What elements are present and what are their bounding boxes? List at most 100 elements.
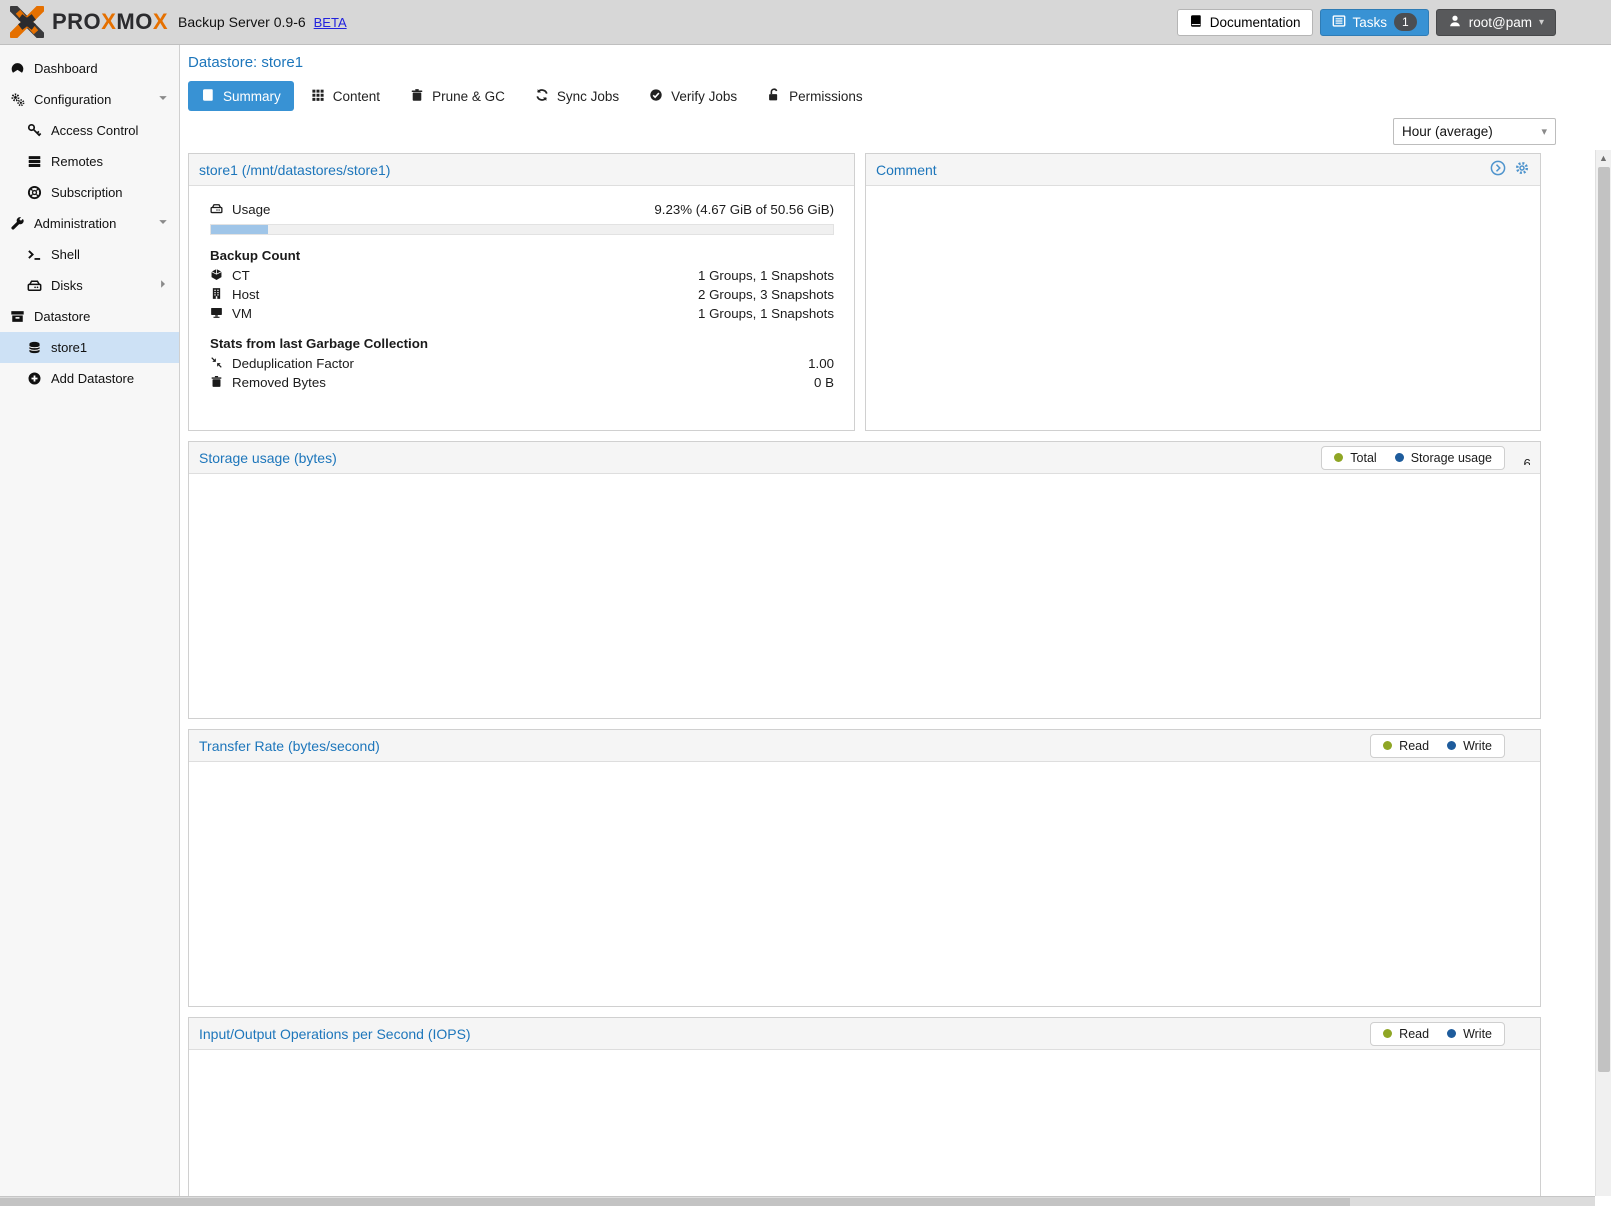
topbar: PROXMOX Backup Server 0.9-6 BETA Documen… — [0, 0, 1611, 45]
legend-item-storage-usage[interactable]: Storage usage — [1395, 451, 1492, 465]
check-circle-icon — [649, 88, 663, 105]
legend-dot-icon — [1383, 741, 1392, 750]
desktop-icon — [210, 306, 225, 321]
sync-icon — [535, 88, 549, 105]
timeframe-value: Hour (average) — [1402, 124, 1493, 139]
gc-row-deduplication-factor: Deduplication Factor1.00 — [210, 354, 834, 373]
collapse-panel-icon[interactable]: 01020304050602020-11-0611:01:002020-11-0… — [1513, 1024, 1530, 1044]
collapse-panel-icon[interactable]: 0500 k1 M1.5 M2 M2020-11-0611:01:002020-… — [1513, 736, 1530, 756]
datastore-info-body: Usage9.23% (4.67 GiB of 50.56 GiB)Backup… — [189, 186, 854, 392]
chart-panel-transfer-rate-bytes-second: Transfer Rate (bytes/second)ReadWrite050… — [188, 729, 1541, 1007]
vertical-scrollbar[interactable]: ▲ — [1595, 150, 1611, 1196]
legend-dot-icon — [1395, 453, 1404, 462]
terminal-icon — [27, 247, 43, 263]
chart-title: Input/Output Operations per Second (IOPS… — [199, 1026, 471, 1042]
archive-icon — [10, 309, 26, 325]
comment-panel: Comment — [865, 153, 1541, 431]
sidebar-item-administration[interactable]: Administration — [0, 208, 179, 239]
datastore-info-title: store1 (/mnt/datastores/store1) — [199, 162, 390, 178]
book-icon — [1189, 14, 1203, 31]
chart-panel-input-output-operations-per-second-iops: Input/Output Operations per Second (IOPS… — [188, 1017, 1541, 1206]
sidebar-item-label: Configuration — [34, 92, 111, 107]
collapse-panel-icon[interactable]: 010 G20 G30 G40 G50 G60 G2020-11-0611:01… — [1513, 448, 1530, 468]
sidebar-item-label: Dashboard — [34, 61, 98, 76]
gears-icon — [10, 92, 26, 108]
tab-sync-jobs[interactable]: Sync Jobs — [522, 81, 632, 111]
comment-body[interactable] — [866, 186, 1540, 431]
horizontal-scrollbar-thumb[interactable] — [0, 1198, 1350, 1206]
server-icon — [27, 154, 43, 170]
comment-title: Comment — [876, 162, 937, 178]
chart-header: Transfer Rate (bytes/second)ReadWrite050… — [189, 730, 1540, 762]
legend-dot-icon — [1447, 1029, 1456, 1038]
row-label: Host — [232, 287, 259, 302]
beta-link[interactable]: BETA — [314, 15, 347, 30]
product-version-label: Backup Server 0.9-6 — [178, 14, 306, 30]
documentation-button[interactable]: Documentation — [1177, 9, 1313, 36]
hdd-icon — [210, 202, 225, 217]
legend-label: Read — [1399, 1027, 1429, 1041]
legend-item-write[interactable]: Write — [1447, 1027, 1492, 1041]
vertical-scrollbar-thumb[interactable] — [1598, 167, 1610, 1072]
list-icon — [1332, 14, 1346, 31]
caret-down-icon[interactable] — [157, 216, 169, 231]
scroll-up-arrow[interactable]: ▲ — [1596, 150, 1611, 166]
sidebar-item-subscription[interactable]: Subscription — [0, 177, 179, 208]
proxmox-backup-server-app: PROXMOX Backup Server 0.9-6 BETA Documen… — [0, 0, 1611, 1206]
chart-title: Storage usage (bytes) — [199, 450, 337, 466]
caret-right-icon[interactable] — [157, 278, 169, 293]
backup-count-row-vm: VM1 Groups, 1 Snapshots — [210, 304, 834, 323]
plus-circle-icon — [27, 371, 43, 387]
timeframe-select[interactable]: Hour (average) ▾ — [1393, 118, 1556, 145]
brand-wordmark: PROXMOX — [52, 9, 168, 35]
sidebar-item-configuration[interactable]: Configuration — [0, 84, 179, 115]
sidebar-item-datastore[interactable]: Datastore — [0, 301, 179, 332]
tab-content[interactable]: Content — [298, 81, 393, 111]
tasks-button[interactable]: Tasks 1 — [1320, 9, 1429, 36]
documentation-label: Documentation — [1210, 15, 1301, 30]
tab-label: Permissions — [789, 89, 863, 104]
tab-label: Prune & GC — [432, 89, 505, 104]
sidebar-item-dashboard[interactable]: Dashboard — [0, 53, 179, 84]
tachometer-icon — [10, 61, 26, 77]
tab-prune-gc[interactable]: Prune & GC — [397, 81, 518, 111]
hdd-icon — [27, 278, 43, 294]
sidebar-item-label: Shell — [51, 247, 80, 262]
summary-cards: store1 (/mnt/datastores/store1) Usage9.2… — [188, 153, 1541, 1206]
tab-permissions[interactable]: Permissions — [754, 81, 876, 111]
legend-label: Write — [1463, 739, 1492, 753]
legend-dot-icon — [1334, 453, 1343, 462]
sidebar-item-access-control[interactable]: Access Control — [0, 115, 179, 146]
user-menu-button[interactable]: root@pam ▾ — [1436, 9, 1556, 36]
th-icon — [311, 88, 325, 105]
legend-item-write[interactable]: Write — [1447, 739, 1492, 753]
chart-body — [189, 762, 1540, 1006]
legend-label: Total — [1350, 451, 1376, 465]
sidebar-item-disks[interactable]: Disks — [0, 270, 179, 301]
sidebar-item-add-datastore[interactable]: Add Datastore — [0, 363, 179, 394]
usage-progress-fill — [211, 225, 268, 234]
edit-comment-icon[interactable] — [1490, 160, 1506, 179]
datastore-info-header: store1 (/mnt/datastores/store1) — [189, 154, 854, 186]
tab-summary[interactable]: Summary — [188, 81, 294, 111]
book-icon — [201, 88, 215, 105]
svg-text:60 G: 60 G — [1524, 455, 1530, 464]
sidebar-item-label: Datastore — [34, 309, 90, 324]
sidebar-item-shell[interactable]: Shell — [0, 239, 179, 270]
row-value: 9.23% (4.67 GiB of 50.56 GiB) — [654, 202, 834, 217]
sidebar-item-remotes[interactable]: Remotes — [0, 146, 179, 177]
legend-item-total[interactable]: Total — [1334, 451, 1376, 465]
sidebar-item-store1[interactable]: store1 — [0, 332, 179, 363]
sidebar-item-label: Access Control — [51, 123, 138, 138]
gc-stats-heading: Stats from last Garbage Collection — [210, 336, 834, 351]
legend-item-read[interactable]: Read — [1383, 1027, 1429, 1041]
legend-item-read[interactable]: Read — [1383, 739, 1429, 753]
settings-gear-icon[interactable] — [1514, 160, 1530, 179]
horizontal-scrollbar[interactable] — [0, 1196, 1595, 1206]
database-icon — [27, 340, 43, 356]
caret-down-icon[interactable] — [157, 92, 169, 107]
tab-verify-jobs[interactable]: Verify Jobs — [636, 81, 750, 111]
lifering-icon — [27, 185, 43, 201]
tab-bar: Summary Content Prune & GC Sync JobsVerify … — [188, 81, 1611, 111]
tab-label: Content — [333, 89, 380, 104]
